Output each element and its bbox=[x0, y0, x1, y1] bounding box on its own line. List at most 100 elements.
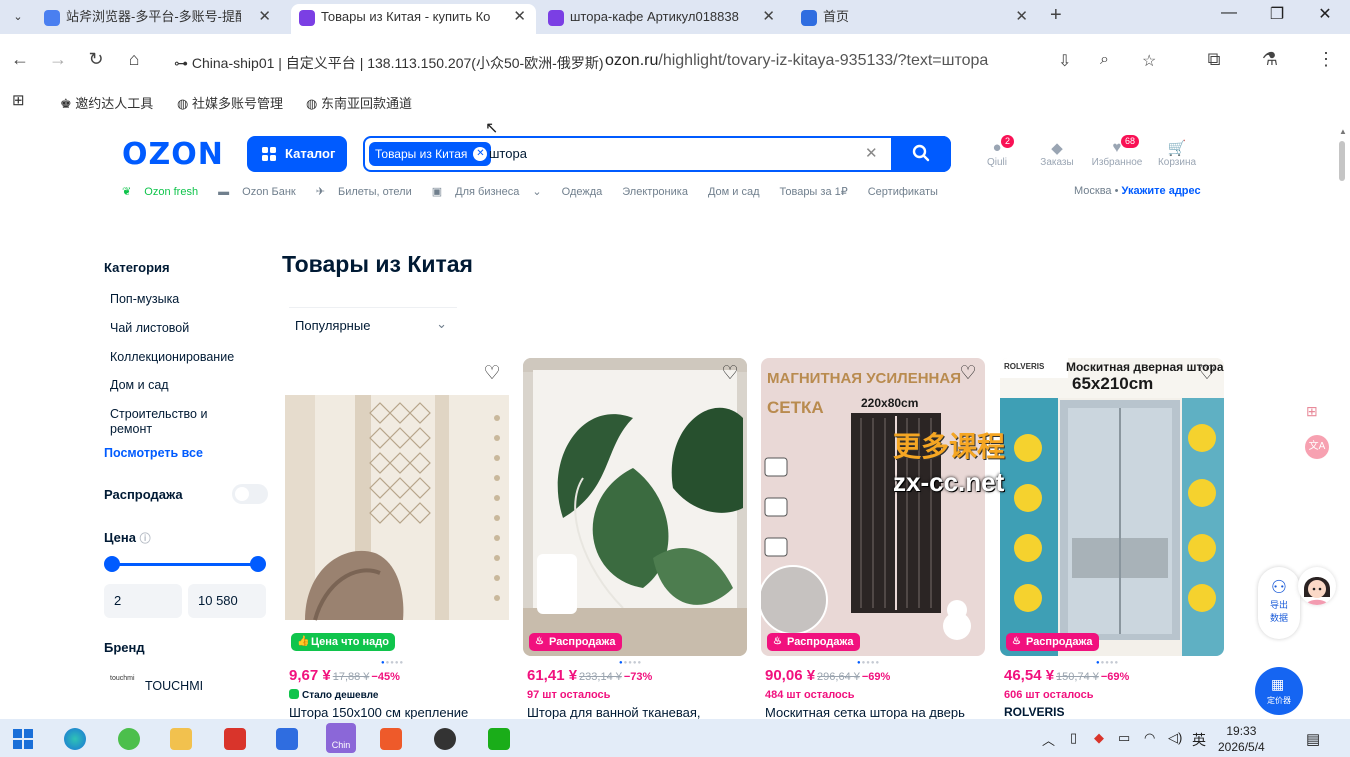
subnav-link[interactable]: ▬ Ozon Банк bbox=[218, 186, 306, 198]
folder-icon[interactable] bbox=[170, 728, 192, 750]
subnav-link[interactable]: ▣ Для бизнеса ⌄ bbox=[432, 186, 552, 198]
browser-tab[interactable]: 站斧浏览器-多平台-多账号-提醒 ✕ bbox=[36, 4, 281, 34]
favorite-heart-icon[interactable]: ♡ bbox=[481, 363, 503, 385]
brand-item[interactable]: TOUCHMI bbox=[145, 679, 203, 693]
bookmark-item[interactable]: ◍ 东南亚回款通道 bbox=[306, 93, 412, 112]
sale-toggle[interactable] bbox=[232, 484, 268, 504]
wifi-icon[interactable]: ◠ bbox=[1144, 730, 1155, 746]
address-link[interactable]: Укажите адрес bbox=[1122, 185, 1201, 197]
bookmark-item[interactable]: ◍ 社媒多账号管理 bbox=[177, 93, 283, 112]
assistant-avatar[interactable] bbox=[1298, 567, 1336, 605]
edge-icon[interactable] bbox=[64, 728, 86, 750]
bookmark-item[interactable]: ♚ 邀约达人工具 bbox=[60, 93, 153, 112]
subnav-link[interactable]: Дом и сад bbox=[708, 186, 770, 198]
header-cart-link[interactable]: 🛒 Корзина bbox=[1147, 139, 1207, 168]
search-button[interactable] bbox=[891, 136, 951, 172]
browser-tab[interactable]: Товары из Китая - купить Ко ✕ bbox=[291, 4, 536, 34]
subnav-link[interactable]: ✈ Билеты, отели bbox=[316, 186, 422, 198]
site-info[interactable]: ⊶ China-ship01 | 自定义平台 | 138.113.150.207… bbox=[174, 53, 604, 73]
product-title[interactable]: Штора 150x100 см крепление bbox=[289, 705, 468, 719]
favorite-heart-icon[interactable]: ♡ bbox=[1196, 363, 1218, 385]
price-slider-max-handle[interactable] bbox=[250, 556, 266, 572]
product-image[interactable]: МАГНИТНАЯ УСИЛЕННАЯ СЕТКА 220x80cm bbox=[761, 358, 985, 656]
subnav-link[interactable]: Одежда bbox=[562, 186, 613, 198]
maximize-button[interactable]: ❐ bbox=[1262, 4, 1292, 24]
search-filter-chip[interactable]: Товары из Китая ✕ bbox=[369, 142, 492, 166]
app-icon[interactable] bbox=[380, 728, 402, 750]
image-carousel-dots[interactable]: ●●●●● bbox=[857, 660, 880, 666]
chip-remove-icon[interactable]: ✕ bbox=[473, 147, 488, 161]
catalog-button[interactable]: Каталог bbox=[247, 136, 347, 172]
menu-dots-icon[interactable]: ⋮ bbox=[1314, 49, 1338, 70]
category-item[interactable]: Дом и сад bbox=[110, 378, 169, 392]
header-box-link[interactable]: ◆ Заказы bbox=[1027, 139, 1087, 168]
browser-tab[interactable]: штора-кафе Артикул018838 ✕ bbox=[540, 4, 785, 34]
minimize-button[interactable]: — bbox=[1214, 4, 1244, 22]
extensions-icon[interactable]: ⧉ bbox=[1202, 49, 1226, 70]
subnav-link[interactable]: ❦ Ozon fresh bbox=[122, 186, 208, 198]
zoom-icon[interactable]: ⌕ bbox=[1100, 51, 1109, 69]
new-tab-button[interactable]: + bbox=[1050, 4, 1062, 27]
ime-indicator[interactable]: 英 bbox=[1192, 730, 1206, 750]
forward-button[interactable]: → bbox=[46, 49, 70, 70]
subnav-link[interactable]: Товары за 1₽ bbox=[780, 186, 858, 198]
chin-app-icon[interactable]: Chin bbox=[326, 723, 356, 753]
usb-icon[interactable]: ▯ bbox=[1070, 730, 1077, 746]
home-button[interactable]: ⌂ bbox=[122, 49, 146, 70]
search-box[interactable]: Товары из Китая ✕ штора ✕ bbox=[363, 136, 951, 172]
security-icon[interactable]: ◆ bbox=[1094, 730, 1104, 746]
reload-button[interactable]: ↻ bbox=[84, 49, 108, 70]
category-item[interactable]: Коллекционирование bbox=[110, 350, 234, 364]
tab-list-button[interactable]: ⌄ bbox=[6, 5, 30, 29]
product-image[interactable] bbox=[523, 358, 747, 656]
battery-icon[interactable]: ▭ bbox=[1118, 730, 1130, 746]
product-image[interactable]: ROLVERIS Москитная дверная штора 65x210c… bbox=[1000, 358, 1224, 656]
floating-grid-icon[interactable]: ⊞ bbox=[1306, 403, 1318, 420]
browser-e-icon[interactable] bbox=[118, 728, 140, 750]
lab-icon[interactable]: ⚗ bbox=[1258, 49, 1282, 70]
price-from-input[interactable]: 2 bbox=[104, 584, 182, 618]
header-heart-link[interactable]: ♥ Избранное 68 bbox=[1087, 135, 1147, 168]
windows-start-icon[interactable] bbox=[12, 728, 34, 750]
tab-close-icon[interactable]: ✕ bbox=[513, 4, 526, 30]
category-item-continued[interactable]: ремонт bbox=[110, 422, 152, 436]
zhanfu-app-icon[interactable] bbox=[276, 728, 298, 750]
header-user-link[interactable]: ● Qiuli 2 bbox=[967, 135, 1027, 168]
subnav-link[interactable]: Сертификаты bbox=[868, 186, 948, 198]
clear-search-icon[interactable]: ✕ bbox=[865, 144, 878, 162]
subnav-link[interactable]: Электроника bbox=[622, 186, 698, 198]
back-button[interactable]: ← bbox=[8, 49, 32, 70]
image-carousel-dots[interactable]: ●●●●● bbox=[619, 660, 642, 666]
price-to-input[interactable]: 10 580 bbox=[188, 584, 266, 618]
product-title[interactable]: Штора для ванной тканевая, bbox=[527, 705, 701, 719]
category-item[interactable]: Чай листовой bbox=[110, 321, 189, 335]
system-clock[interactable]: 19:33 2026/5/4 bbox=[1218, 723, 1265, 755]
product-title[interactable]: Москитная сетка штора на дверь bbox=[765, 705, 965, 719]
tab-close-icon[interactable]: ✕ bbox=[1015, 4, 1028, 30]
browser-tab[interactable]: 首页 ✕ bbox=[793, 4, 1038, 34]
obs-icon[interactable] bbox=[434, 728, 456, 750]
tab-close-icon[interactable]: ✕ bbox=[762, 4, 775, 30]
image-carousel-dots[interactable]: ●●●●● bbox=[381, 660, 404, 666]
info-icon[interactable]: ⓘ bbox=[140, 533, 151, 545]
pricer-button[interactable]: ▦ 定价器 bbox=[1255, 667, 1303, 715]
image-carousel-dots[interactable]: ●●●●● bbox=[1096, 660, 1119, 666]
price-slider-track[interactable] bbox=[112, 563, 258, 566]
product-title[interactable]: ROLVERIS bbox=[1004, 705, 1064, 719]
category-item[interactable]: Поп-музыка bbox=[110, 292, 179, 306]
sort-select[interactable]: Популярные ⌄ bbox=[289, 307, 457, 343]
scrollbar-thumb[interactable] bbox=[1339, 141, 1345, 181]
notification-icon[interactable]: ▤ bbox=[1306, 730, 1320, 748]
export-data-widget[interactable]: ⚇ 导出 数据 bbox=[1258, 567, 1300, 639]
star-icon[interactable]: ☆ bbox=[1142, 51, 1156, 71]
omnibox[interactable]: ⊶ China-ship01 | 自定义平台 | 138.113.150.207… bbox=[160, 41, 1240, 81]
tab-close-icon[interactable]: ✕ bbox=[258, 4, 271, 30]
location-selector[interactable]: Москва • Укажите адрес bbox=[1074, 185, 1201, 197]
product-image[interactable] bbox=[285, 358, 509, 656]
wechat-icon[interactable] bbox=[488, 728, 510, 750]
close-window-button[interactable]: ✕ bbox=[1310, 4, 1340, 24]
install-app-icon[interactable]: ⇩ bbox=[1058, 51, 1071, 71]
see-all-link[interactable]: Посмотреть все bbox=[104, 446, 203, 460]
translate-icon[interactable]: 文A bbox=[1305, 435, 1329, 459]
favorite-heart-icon[interactable]: ♡ bbox=[957, 363, 979, 385]
